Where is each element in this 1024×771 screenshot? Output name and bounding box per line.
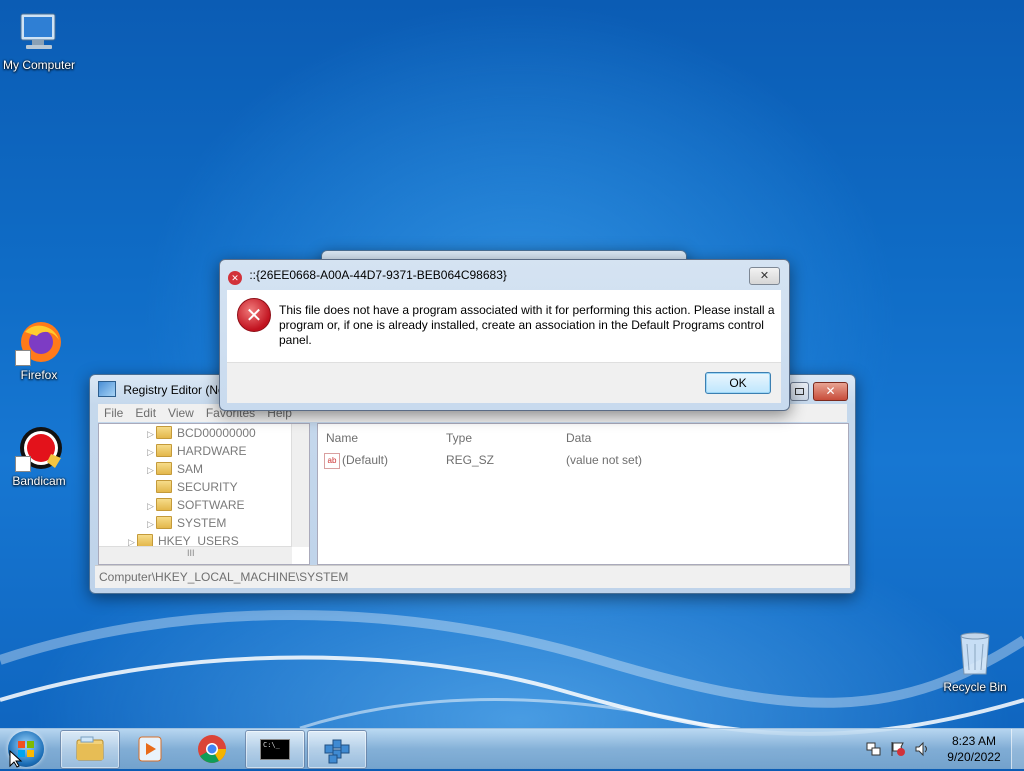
ok-button[interactable]: OK [705, 372, 771, 394]
expand-icon[interactable]: ▷ [147, 425, 156, 443]
value-name: (Default) [342, 453, 389, 467]
folder-icon [156, 480, 172, 493]
value-data: (value not set) [566, 453, 643, 467]
desktop-icon-bandicam[interactable]: Bandicam [0, 424, 81, 488]
folder-icon [156, 426, 172, 439]
tree-item-security[interactable]: SECURITY [147, 478, 238, 496]
chrome-icon [198, 735, 226, 763]
taskbar-cmd-button[interactable]: C:\_ [245, 730, 305, 769]
column-header-type[interactable]: Type [446, 431, 472, 445]
tree-item-software[interactable]: ▷ SOFTWARE [147, 496, 245, 514]
close-icon: ✕ [825, 384, 836, 398]
expand-icon[interactable]: ▷ [147, 461, 156, 479]
tree-horizontal-scrollbar[interactable]: III [99, 546, 292, 564]
file-explorer-icon [76, 736, 104, 761]
tree-item-sam[interactable]: ▷ SAM [147, 460, 203, 478]
taskbar: C:\_ 8:23 AM 9/20/2022 [0, 728, 1024, 769]
folder-icon [156, 516, 172, 529]
registry-editor-title-bar[interactable]: Registry Editor (No [98, 381, 225, 397]
command-prompt-icon: C:\_ [260, 739, 290, 760]
error-small-icon: ✕ [228, 271, 242, 285]
value-row[interactable]: ab (Default) REG_SZ (value not set) [324, 453, 844, 469]
desktop-icon-label: Firefox [20, 368, 58, 382]
folder-icon [156, 462, 172, 475]
desktop-icon-label: Bandicam [12, 474, 66, 488]
taskbar-regedit-button[interactable] [307, 730, 367, 769]
desktop-icon-label: My Computer [2, 58, 76, 72]
recycle-bin-icon [951, 630, 999, 678]
system-clock[interactable]: 8:23 AM 9/20/2022 [936, 733, 1012, 765]
restore-icon [795, 388, 804, 395]
desktop-icon-my-computer[interactable]: My Computer [0, 8, 81, 72]
desktop-icon-recycle-bin[interactable]: Recycle Bin [933, 630, 1017, 694]
clock-date: 9/20/2022 [947, 750, 1001, 764]
expand-icon[interactable]: ▷ [147, 497, 156, 515]
registry-editor-icon [98, 381, 116, 397]
computer-icon [15, 8, 63, 56]
tree-item-bcd[interactable]: ▷ BCD00000000 [147, 424, 256, 442]
tree-vertical-scrollbar[interactable] [291, 424, 309, 547]
close-button[interactable]: ✕ [813, 382, 848, 401]
firefox-icon [15, 318, 63, 366]
volume-icon[interactable] [914, 741, 930, 760]
scroll-grip: III [187, 548, 195, 558]
column-header-name[interactable]: Name [326, 431, 358, 445]
clock-time: 8:23 AM [951, 734, 997, 748]
taskbar-chrome-button[interactable] [183, 730, 241, 767]
restore-button[interactable] [790, 382, 809, 401]
tree-item-label: BCD00000000 [177, 426, 256, 440]
taskbar-media-player-button[interactable] [121, 730, 179, 767]
desktop-icon-firefox[interactable]: Firefox [0, 318, 81, 382]
shortcut-arrow-icon [15, 350, 31, 366]
registry-tree-pane[interactable]: ▷ BCD00000000 ▷ HARDWARE ▷ SAM SECURITY ▷ SO… [98, 423, 310, 565]
tree-item-label: SECURITY [177, 480, 238, 494]
expand-icon[interactable]: ▷ [147, 515, 156, 533]
tree-item-label: SYSTEM [177, 516, 227, 530]
error-message: This file does not have a program associ… [279, 303, 775, 347]
dialog-close-button[interactable]: ✕ [749, 267, 780, 285]
folder-icon [156, 444, 172, 457]
tree-item-label: SOFTWARE [177, 498, 245, 512]
value-type: REG_SZ [446, 453, 495, 467]
network-icon[interactable] [866, 741, 882, 760]
action-center-flag-icon[interactable] [890, 741, 906, 760]
menu-edit[interactable]: Edit [129, 404, 162, 420]
desktop-icon-label: Recycle Bin [943, 680, 1007, 694]
shortcut-arrow-icon [15, 456, 31, 472]
error-dialog-body: ✕ This file does not have a program asso… [227, 290, 781, 362]
media-player-icon [138, 736, 162, 762]
error-dialog-title: ::{26EE0668-A00A-44D7-9371-BEB064C98683} [249, 268, 507, 282]
tree-item-hardware[interactable]: ▷ HARDWARE [147, 442, 247, 460]
bandicam-icon [15, 424, 63, 472]
taskbar-explorer-button[interactable] [60, 730, 120, 769]
status-bar-path: Computer\HKEY_LOCAL_MACHINE\SYSTEM [95, 565, 850, 588]
show-desktop-button[interactable] [1011, 729, 1024, 769]
tree-item-label: HARDWARE [177, 444, 247, 458]
registry-editor-title: Registry Editor (No [123, 383, 225, 397]
column-header-data[interactable]: Data [566, 431, 591, 445]
string-value-icon: ab [324, 453, 340, 469]
close-icon: ✕ [759, 269, 770, 282]
folder-icon [156, 498, 172, 511]
tree-item-label: SAM [177, 462, 204, 476]
mouse-cursor-icon [9, 750, 23, 768]
registry-editor-icon [324, 739, 350, 764]
error-dialog: ✕ ::{26EE0668-A00A-44D7-9371-BEB064C9868… [219, 259, 790, 411]
tree-item-system[interactable]: ▷ SYSTEM [147, 514, 226, 532]
menu-file[interactable]: File [98, 404, 129, 420]
registry-values-pane[interactable]: Name Type Data ab (Default) REG_SZ (valu… [317, 423, 849, 565]
expand-icon[interactable]: ▷ [147, 443, 156, 461]
error-icon: ✕ [237, 298, 271, 332]
error-dialog-footer: OK [227, 362, 781, 403]
menu-view[interactable]: View [162, 404, 200, 420]
error-dialog-title-bar[interactable]: ✕ ::{26EE0668-A00A-44D7-9371-BEB064C9868… [228, 268, 507, 285]
